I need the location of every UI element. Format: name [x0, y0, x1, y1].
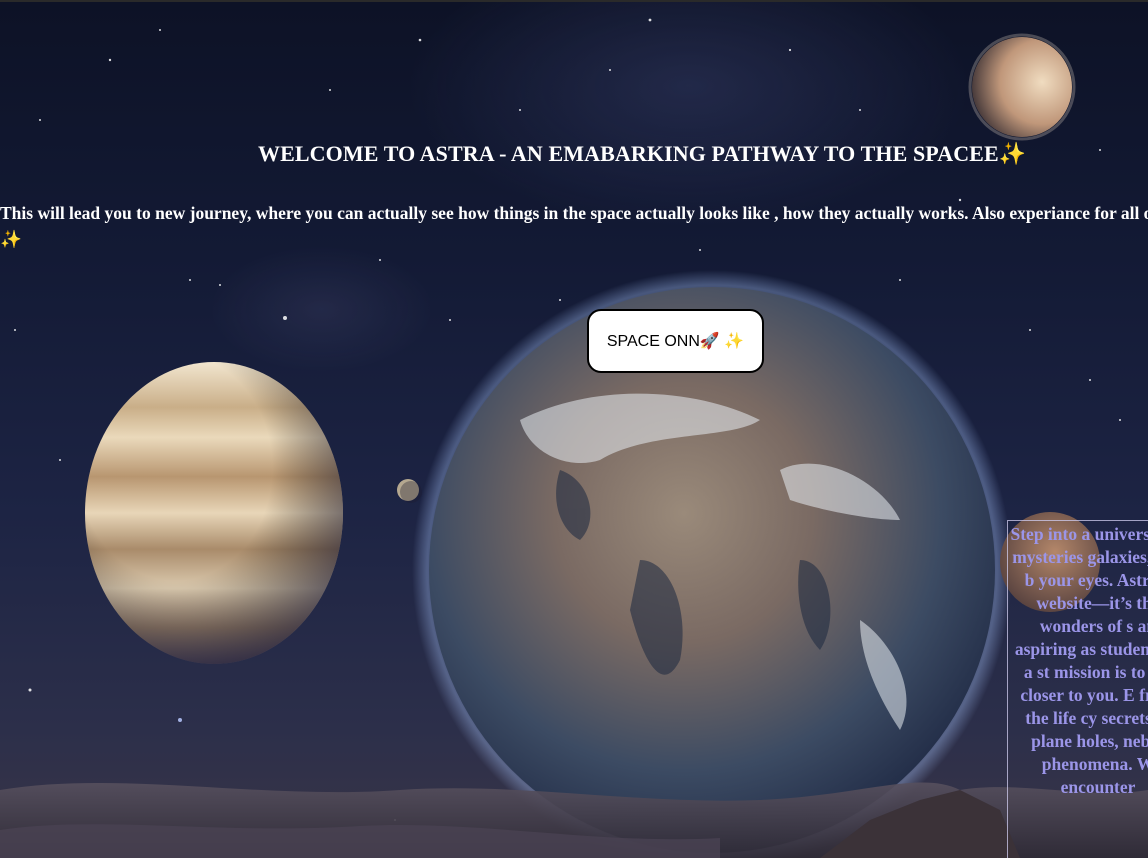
- space-background-image: [0, 18, 1148, 858]
- about-panel: Step into a universe the mysteries galax…: [1007, 520, 1148, 858]
- page-title: WELCOME TO ASTRA - AN EMABARKING PATHWAY…: [258, 141, 1027, 166]
- intro-section: This will lead you to new journey, where…: [0, 195, 1148, 265]
- about-paragraph: Step into a universe the mysteries galax…: [1010, 524, 1148, 797]
- intro-paragraph: This will lead you to new journey, where…: [0, 203, 1148, 249]
- space-onn-button[interactable]: SPACE ONN🚀 ✨: [587, 309, 764, 373]
